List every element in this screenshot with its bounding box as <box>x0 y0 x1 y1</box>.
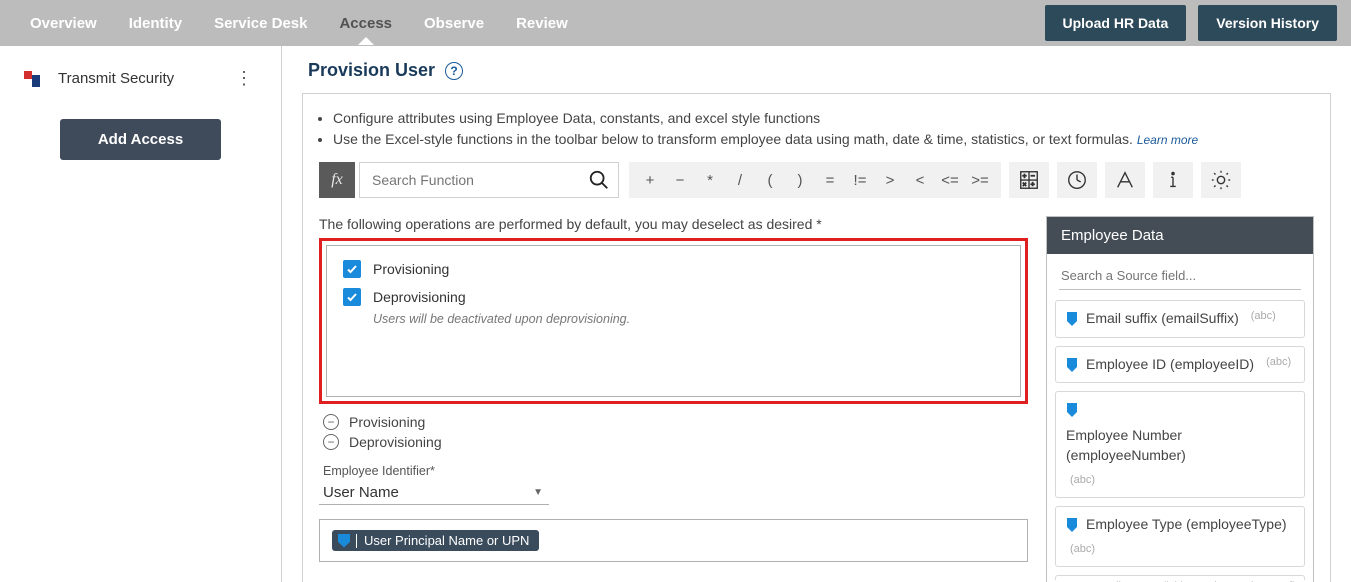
op-minus[interactable]: − <box>665 165 695 195</box>
operator-group: + − * / ( ) = != > < <= >= <box>629 162 1001 198</box>
chevron-down-icon: ▼ <box>533 487 543 498</box>
operations-column: The following operations are performed b… <box>319 216 1028 582</box>
deprovisioning-note: Users will be deactivated upon deprovisi… <box>373 312 1004 326</box>
math-category-icon[interactable]: +−× ÷ <box>1009 162 1049 198</box>
nav-observe[interactable]: Observe <box>408 3 500 44</box>
op-close-paren[interactable]: ) <box>785 165 815 195</box>
stats-category-icon[interactable] <box>1201 162 1241 198</box>
version-history-button[interactable]: Version History <box>1198 5 1337 41</box>
employee-field-label: Employee Number (employeeNumber) <box>1066 426 1294 465</box>
op-multiply[interactable]: * <box>695 165 725 195</box>
employee-data-column: Employee Data Email suffix (emailSuffix)… <box>1046 216 1314 582</box>
deprovisioning-collapse-toggle[interactable]: − <box>323 434 339 450</box>
sidebar: Transmit Security ⋮ Add Access <box>0 46 282 582</box>
operations-box: Provisioning Deprovisioning Users will b… <box>326 245 1021 397</box>
nav-review[interactable]: Review <box>500 3 584 44</box>
learn-more-link[interactable]: Learn more <box>1137 133 1198 147</box>
add-access-button[interactable]: Add Access <box>60 119 221 160</box>
field-chip-icon <box>338 534 350 548</box>
op-plus[interactable]: + <box>635 165 665 195</box>
upn-chip[interactable]: User Principal Name or UPN <box>332 530 539 551</box>
deprovisioning-checkbox[interactable] <box>343 288 361 306</box>
highlighted-operations-box: Provisioning Deprovisioning Users will b… <box>319 238 1028 404</box>
employee-data-search-input[interactable] <box>1059 262 1301 290</box>
function-toolbar: fx + − * / ( ) = != > < <= >= <box>319 162 1314 198</box>
provisioning-checkbox[interactable] <box>343 260 361 278</box>
employee-data-list: Email suffix (emailSuffix) (abc) Employe… <box>1047 300 1313 580</box>
nav-service-desk[interactable]: Service Desk <box>198 3 323 44</box>
employee-identifier-value: User Name <box>323 484 399 501</box>
svg-text:×: × <box>1023 181 1027 188</box>
page-title: Provision User <box>308 60 435 81</box>
employee-field-label: Employee Type (employeeType) <box>1086 515 1287 535</box>
svg-text:+: + <box>1023 173 1027 180</box>
provisioning-checkbox-label: Provisioning <box>373 261 449 277</box>
field-icon <box>1066 311 1078 327</box>
kebab-menu-icon[interactable]: ⋮ <box>227 64 261 93</box>
employee-field-item[interactable]: extensionAttribute1 (extensionAt <box>1055 575 1305 580</box>
top-nav-right: Upload HR Data Version History <box>1045 5 1338 41</box>
hint-2: Use the Excel-style functions in the too… <box>333 129 1314 150</box>
transmit-security-logo-icon <box>20 67 44 91</box>
main-panel: Configure attributes using Employee Data… <box>302 93 1331 582</box>
function-search-input[interactable] <box>360 163 618 197</box>
op-less[interactable]: < <box>905 165 935 195</box>
top-nav: Overview Identity Service Desk Access Ob… <box>0 0 1351 46</box>
fx-badge: fx <box>319 162 355 198</box>
nav-overview[interactable]: Overview <box>14 3 113 44</box>
datetime-category-icon[interactable] <box>1057 162 1097 198</box>
info-category-icon[interactable] <box>1153 162 1193 198</box>
employee-field-item[interactable]: Employee Number (employeeNumber) (abc) <box>1055 391 1305 498</box>
employee-field-item[interactable]: Employee Type (employeeType) (abc) <box>1055 506 1305 567</box>
op-greater[interactable]: > <box>875 165 905 195</box>
help-icon[interactable]: ? <box>445 62 463 80</box>
field-icon <box>1066 517 1078 533</box>
svg-text:÷: ÷ <box>1031 181 1035 188</box>
op-not-equals[interactable]: != <box>845 165 875 195</box>
attribute-expression-box[interactable]: User Principal Name or UPN <box>319 519 1028 562</box>
op-equals[interactable]: = <box>815 165 845 195</box>
hints-list: Configure attributes using Employee Data… <box>333 108 1314 150</box>
field-icon <box>1066 402 1078 418</box>
main-content: Provision User ? Configure attributes us… <box>282 46 1351 582</box>
search-icon[interactable] <box>588 169 610 194</box>
op-less-eq[interactable]: <= <box>935 165 965 195</box>
employee-identifier-label: Employee Identifier* <box>323 464 1028 478</box>
top-nav-left: Overview Identity Service Desk Access Ob… <box>14 3 584 44</box>
employee-field-type: (abc) <box>1251 309 1276 324</box>
provisioning-section-label: Provisioning <box>349 414 425 430</box>
app-name: Transmit Security <box>58 70 174 87</box>
employee-data-panel: Employee Data Email suffix (emailSuffix)… <box>1046 216 1314 582</box>
employee-field-type: (abc) <box>1070 542 1095 557</box>
employee-field-type: (abc) <box>1266 355 1291 370</box>
employee-identifier-select[interactable]: User Name ▼ <box>319 480 549 505</box>
op-open-paren[interactable]: ( <box>755 165 785 195</box>
op-divide[interactable]: / <box>725 165 755 195</box>
operations-label: The following operations are performed b… <box>319 216 1028 232</box>
svg-text:−: − <box>1031 173 1035 180</box>
provisioning-collapse-toggle[interactable]: − <box>323 414 339 430</box>
nav-access[interactable]: Access <box>323 3 408 44</box>
employee-data-header: Employee Data <box>1047 217 1313 254</box>
field-icon <box>1066 357 1078 373</box>
sidebar-header: Transmit Security ⋮ <box>14 64 267 93</box>
nav-identity[interactable]: Identity <box>113 3 198 44</box>
employee-field-label: Employee ID (employeeID) <box>1086 355 1254 375</box>
employee-field-item[interactable]: Email suffix (emailSuffix) (abc) <box>1055 300 1305 338</box>
deprovisioning-section-label: Deprovisioning <box>349 434 442 450</box>
deprovisioning-checkbox-label: Deprovisioning <box>373 289 466 305</box>
op-greater-eq[interactable]: >= <box>965 165 995 195</box>
text-category-icon[interactable] <box>1105 162 1145 198</box>
upload-hr-data-button[interactable]: Upload HR Data <box>1045 5 1187 41</box>
employee-field-type: (abc) <box>1070 473 1095 488</box>
hint-1: Configure attributes using Employee Data… <box>333 108 1314 129</box>
employee-field-label: Email suffix (emailSuffix) <box>1086 309 1239 329</box>
employee-field-item[interactable]: Employee ID (employeeID) (abc) <box>1055 346 1305 384</box>
upn-chip-label: User Principal Name or UPN <box>364 533 529 548</box>
